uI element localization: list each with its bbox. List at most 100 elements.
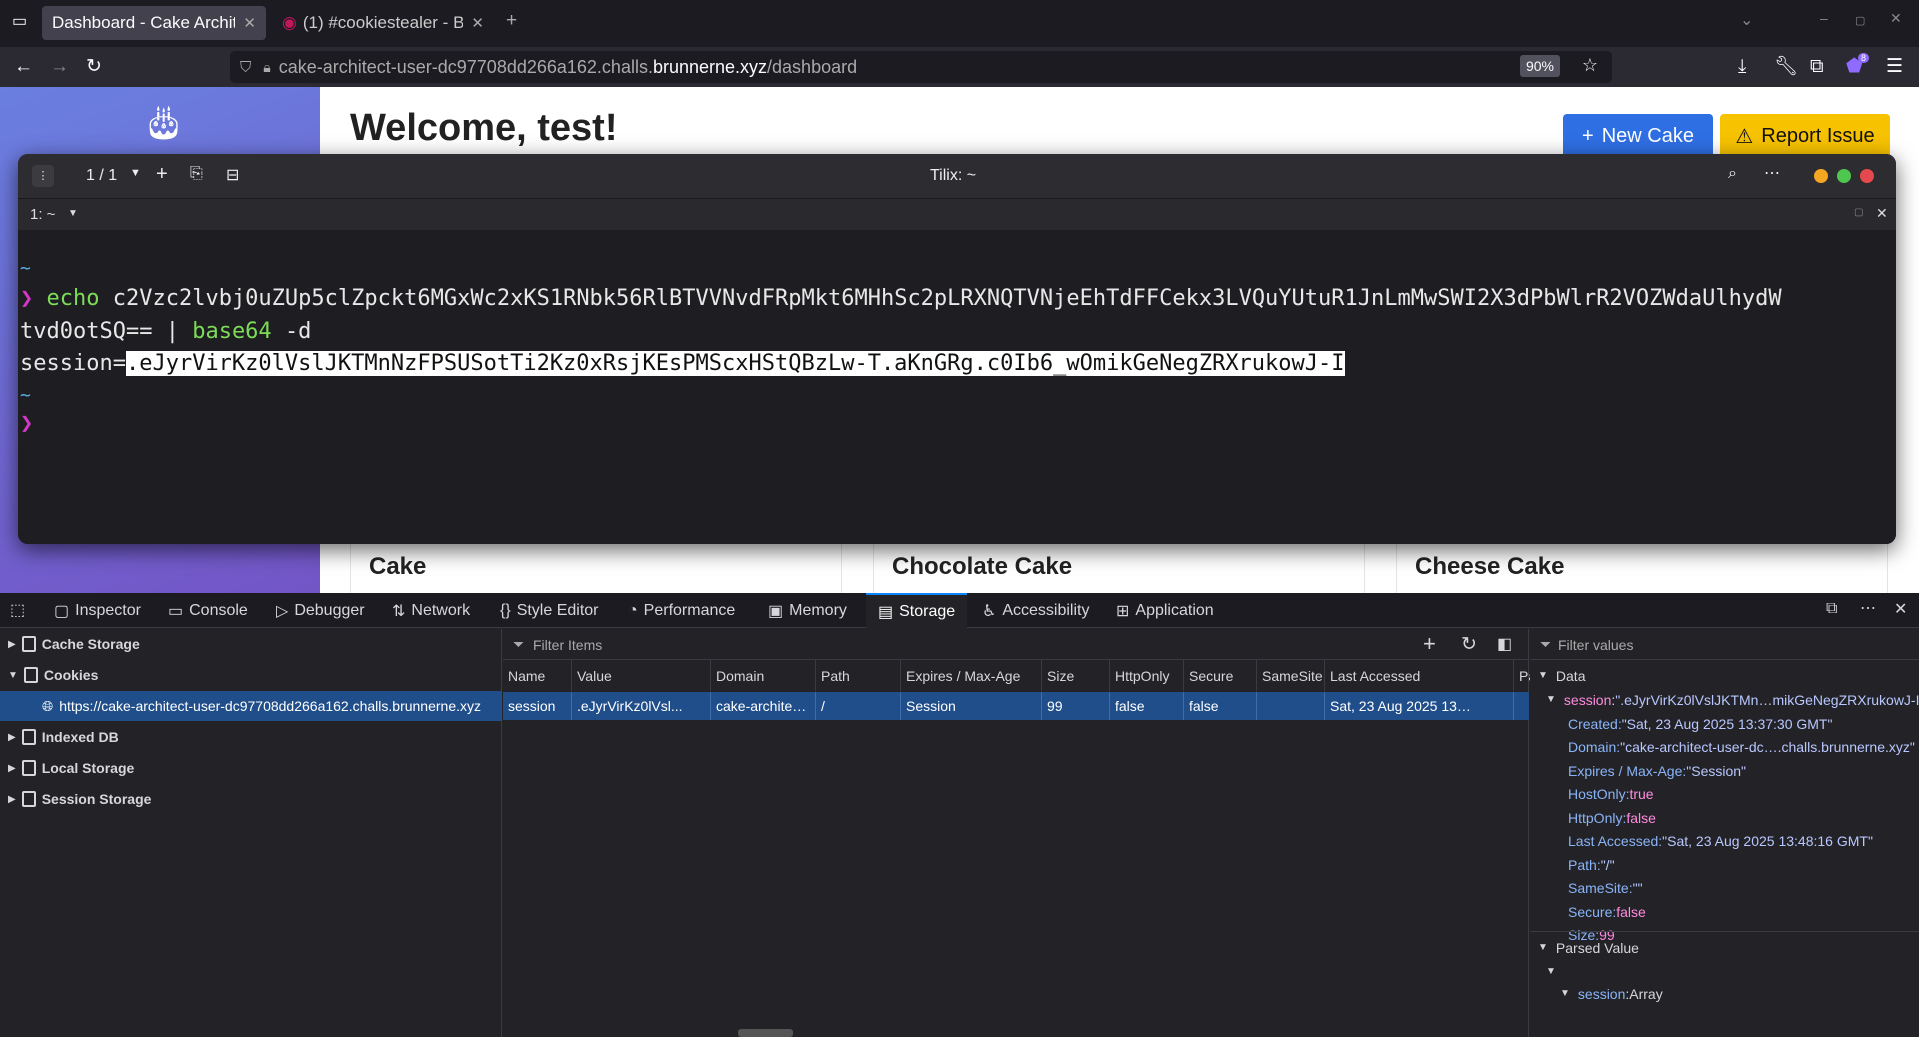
cookie-prop-row[interactable]: HttpOnly: false [1568, 806, 1656, 829]
table-cell[interactable]: cake-archite… [711, 692, 816, 720]
tree-local-storage[interactable]: ▶ Local Storage [0, 753, 502, 783]
cookie-prop-row[interactable]: Expires / Max-Age: "Session" [1568, 759, 1746, 782]
tab-console[interactable]: ▭ Console [168, 593, 248, 628]
cookie-prop-row[interactable]: Created: "Sat, 23 Aug 2025 13:37:30 GMT" [1568, 712, 1832, 735]
table-cell[interactable]: session [503, 692, 572, 720]
column-header[interactable]: Name [503, 660, 572, 691]
cake-card[interactable]: Cake [350, 540, 842, 593]
add-item-icon[interactable]: + [1423, 631, 1436, 657]
close-tab-icon[interactable]: ✕ [243, 14, 256, 32]
tab-style-editor[interactable]: {} Style Editor [500, 593, 599, 628]
table-cell[interactable]: Sat, 23 Aug 2025 13… [1325, 692, 1514, 720]
session-prop[interactable]: ▼ session: ".eJyrVirKz0lVslJKTMn…mikGeNegZ… [1546, 688, 1919, 711]
refresh-icon[interactable]: ↻ [1461, 633, 1477, 656]
split-right-icon[interactable]: ⎘ [190, 165, 203, 183]
chevron-down-icon[interactable]: ▼ [130, 167, 141, 179]
toggle-sidebar-icon[interactable]: ◧ [1497, 634, 1512, 654]
table-cell[interactable]: false [1110, 692, 1184, 720]
column-header[interactable]: SameSite [1257, 660, 1325, 691]
table-cell[interactable]: / [816, 692, 901, 720]
wrench-icon[interactable]: 🔧︎ [1774, 55, 1798, 79]
parsed-expander[interactable]: ▼ [1546, 960, 1556, 983]
tree-cookie-host[interactable]: 🌐︎ https://cake-architect-user-dc97708dd2… [0, 691, 502, 721]
tab-storage[interactable]: ▤ Storage [866, 593, 968, 628]
tree-indexed-db[interactable]: ▶ Indexed DB [0, 722, 502, 752]
forward-icon[interactable]: → [50, 55, 69, 79]
column-header[interactable]: Size [1042, 660, 1110, 691]
tab-list-icon[interactable]: ▭ [12, 10, 27, 34]
pane-title[interactable]: 1: ~ [30, 206, 55, 223]
zoom-badge[interactable]: 90% [1519, 55, 1560, 77]
table-cell[interactable]: false [1184, 692, 1257, 720]
extensions-icon[interactable]: ⧉ [1810, 55, 1824, 79]
parsed-section-header[interactable]: ▼ Parsed Value [1538, 936, 1639, 959]
menu-icon[interactable]: ☰ [1886, 55, 1903, 79]
tab-cookiestealer[interactable]: ◉ (1) #cookiestealer - B ✕ [272, 6, 494, 40]
chevron-down-icon[interactable]: ▼ [68, 208, 78, 219]
parsed-session[interactable]: ▼ session: Array [1560, 982, 1663, 1005]
pick-element-icon[interactable]: ⬚ [10, 600, 25, 620]
shield-icon[interactable]: ⛉ [240, 59, 251, 76]
column-header[interactable]: Domain [711, 660, 816, 691]
maximize-icon[interactable]: ▢ [1855, 14, 1865, 27]
list-all-tabs-icon[interactable]: ⌄ [1740, 10, 1753, 30]
tree-cache-storage[interactable]: ▶ Cache Storage [0, 629, 502, 659]
column-header[interactable]: Value [572, 660, 711, 691]
tree-session-storage[interactable]: ▶ Session Storage [0, 784, 502, 814]
more-icon[interactable]: ⋯ [1764, 163, 1780, 183]
filter-values-input[interactable]: Filter values [1558, 637, 1633, 653]
sidebar-toggle-icon[interactable]: ⋮ [32, 165, 54, 187]
cookie-prop-row[interactable]: SameSite: "" [1568, 877, 1643, 900]
session-switcher[interactable]: 1 / 1 [86, 167, 117, 185]
new-tab-icon[interactable]: + [506, 9, 517, 33]
cake-card[interactable]: Cheese Cake [1396, 540, 1888, 593]
filter-items-input[interactable]: Filter Items [533, 637, 602, 653]
split-down-icon[interactable]: ⊟ [226, 165, 239, 185]
table-cell[interactable] [1257, 692, 1325, 720]
column-header[interactable]: Last Accessed [1325, 660, 1514, 691]
minimize-dot[interactable] [1814, 169, 1828, 183]
maximize-pane-icon[interactable]: ▢ [1854, 207, 1863, 218]
close-tab-icon[interactable]: ✕ [471, 14, 484, 32]
cookie-prop-row[interactable]: Path: "/" [1568, 853, 1615, 876]
data-section-header[interactable]: ▼ Data [1538, 664, 1585, 687]
table-cell[interactable]: Session [901, 692, 1042, 720]
report-issue-button[interactable]: ⚠ Report Issue [1720, 114, 1890, 158]
downloads-icon[interactable]: ⤓ [1738, 55, 1746, 79]
terminal-window[interactable]: ⋮ 1 / 1 ▼ + ⎘ ⊟ Tilix: ~ ⌕ ⋯ 1: ~ ▼ ▢ ✕ … [18, 154, 1896, 544]
column-header[interactable]: HttpOnly [1110, 660, 1184, 691]
tab-accessibility[interactable]: ♿︎ Accessibility [982, 593, 1089, 628]
close-pane-icon[interactable]: ✕ [1876, 205, 1888, 222]
tab-memory[interactable]: ▣ Memory [768, 593, 847, 628]
maximize-dot[interactable] [1837, 169, 1851, 183]
column-header[interactable]: Path [816, 660, 901, 691]
close-window-icon[interactable]: ✕ [1890, 10, 1902, 27]
tree-cookies[interactable]: ▼ Cookies [0, 660, 502, 690]
tab-application[interactable]: ⊞ Application [1116, 593, 1214, 628]
table-cell[interactable]: .eJyrVirKz0lVsl... [572, 692, 711, 720]
cake-card[interactable]: Chocolate Cake [873, 540, 1365, 593]
cookie-prop-row[interactable]: Last Accessed: "Sat, 23 Aug 2025 13:48:16… [1568, 830, 1873, 853]
table-cell[interactable]: 99 [1042, 692, 1110, 720]
search-icon[interactable]: ⌕ [1728, 165, 1737, 183]
minimize-icon[interactable]: – [1820, 10, 1828, 26]
close-dot[interactable] [1860, 169, 1874, 183]
tab-performance[interactable]: ◔ Performance [628, 593, 735, 628]
new-cake-button[interactable]: + New Cake [1563, 114, 1713, 158]
tab-inspector[interactable]: ▢ Inspector [54, 593, 141, 628]
lock-icon[interactable]: 🔒︎ [263, 59, 270, 76]
cookie-prop-row[interactable]: Secure: false [1568, 900, 1646, 923]
tab-network[interactable]: ⇅ Network [392, 593, 470, 628]
column-header[interactable]: Expires / Max-Age [901, 660, 1042, 691]
tab-dashboard[interactable]: Dashboard - Cake Archit ✕ [42, 6, 266, 40]
more-options-icon[interactable]: ⋯ [1860, 598, 1876, 618]
terminal-output[interactable]: ~ ❯ echo c2Vzc2lvbj0uZUp5clZpckt6MGxWc2x… [18, 230, 1896, 544]
back-icon[interactable]: ← [14, 55, 33, 79]
add-session-icon[interactable]: + [156, 163, 168, 186]
tab-debugger[interactable]: ▷ Debugger [276, 593, 365, 628]
dock-icon[interactable]: ⧉ [1826, 600, 1837, 618]
column-header[interactable]: Secure [1184, 660, 1257, 691]
cookie-prop-row[interactable]: HostOnly: true [1568, 783, 1654, 806]
cookie-prop-row[interactable]: Domain: "cake-architect-user-dc….challs.b… [1568, 736, 1915, 759]
close-devtools-icon[interactable]: ✕ [1894, 599, 1907, 619]
